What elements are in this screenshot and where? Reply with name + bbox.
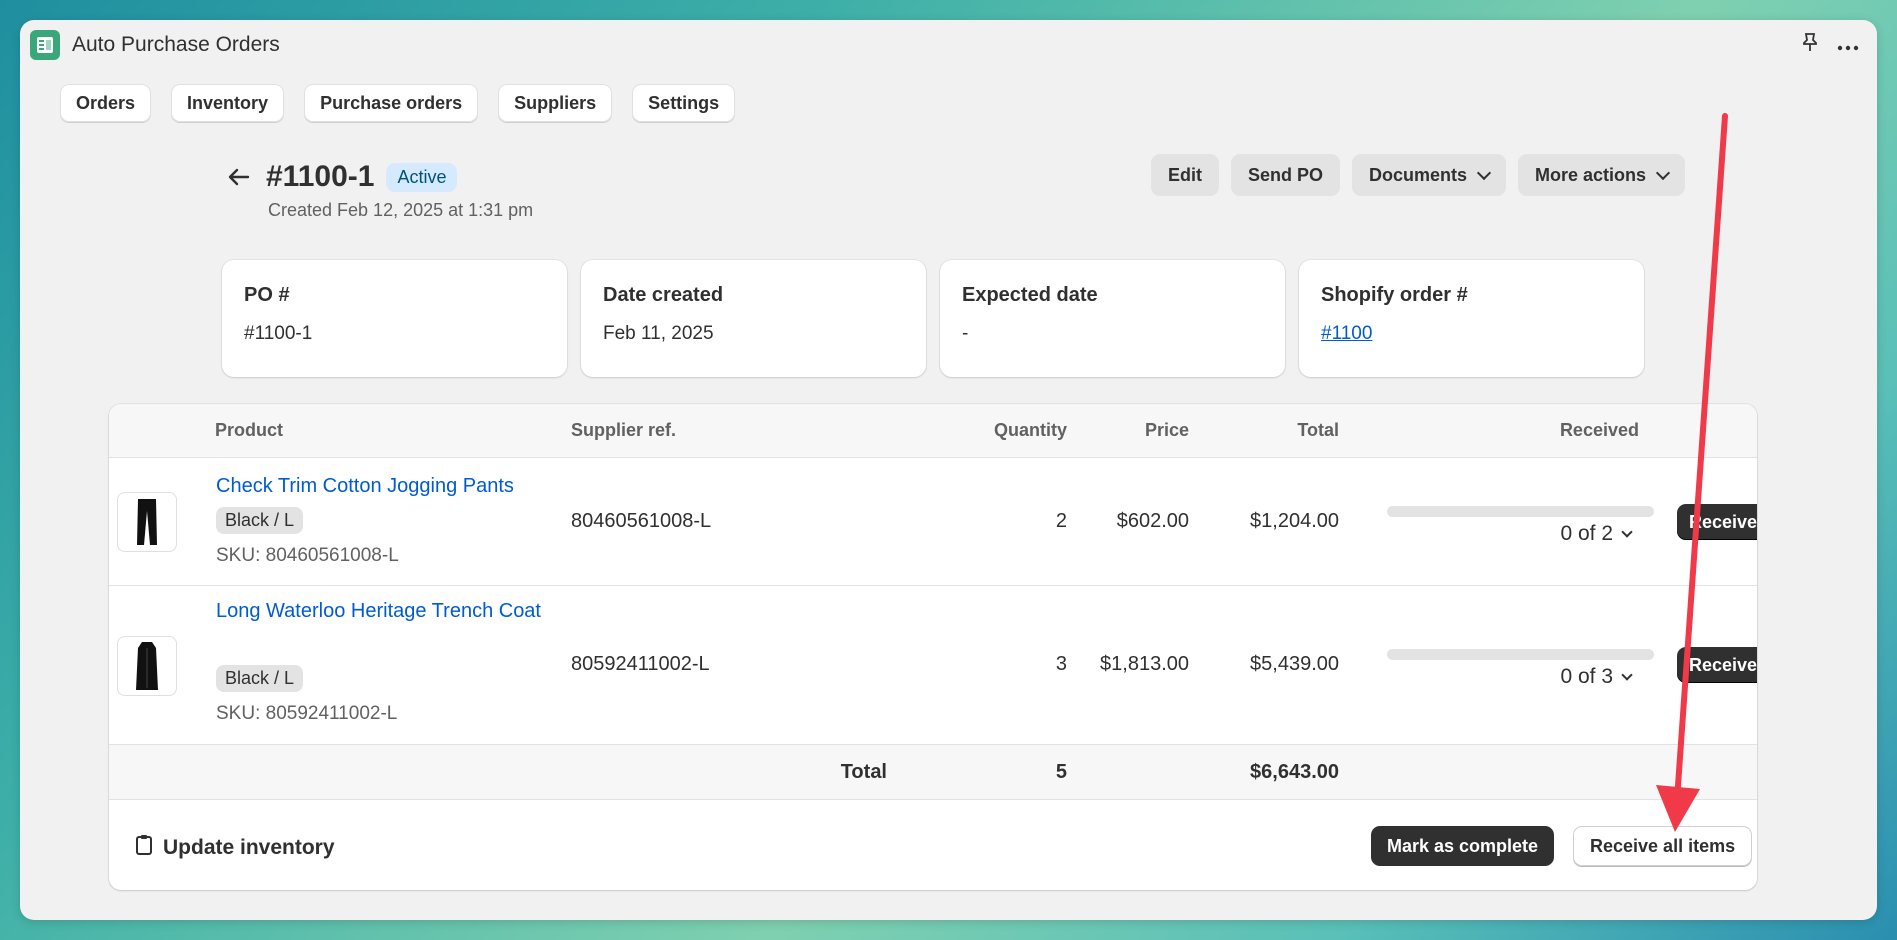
date-created-card: Date created Feb 11, 2025 (581, 260, 926, 377)
table-header: Product Supplier ref. Quantity Price Tot… (109, 404, 1757, 458)
received-progress-bar (1387, 649, 1654, 660)
chevron-down-icon (1476, 165, 1492, 180)
sku-text: SKU: 80592411002-L (216, 703, 398, 724)
nav-tabs: Orders Inventory Purchase orders Supplie… (20, 84, 1877, 122)
edit-button-label: Edit (1167, 164, 1202, 185)
summary-cards: PO # #1100-1 Date created Feb 11, 2025 E… (222, 260, 1644, 377)
receive-button[interactable]: Receive (1677, 504, 1757, 540)
page-title: #1100-1 (266, 160, 375, 193)
more-horizontal-icon[interactable] (1837, 34, 1859, 57)
col-price: Price (1144, 420, 1189, 440)
variant-badge: Black / L (216, 665, 304, 692)
more-actions-label: More actions (1534, 164, 1646, 185)
more-actions-dropdown[interactable]: More actions (1517, 154, 1685, 196)
documents-dropdown[interactable]: Documents (1351, 154, 1506, 196)
col-supplier-ref: Supplier ref. (571, 420, 677, 440)
product-link[interactable]: Long Waterloo Heritage Trench Coat (216, 596, 546, 626)
edit-button[interactable]: Edit (1150, 154, 1219, 196)
back-arrow-icon[interactable] (228, 162, 250, 193)
sku-text: SKU: 80460561008-L (216, 545, 399, 566)
card-label: PO # (244, 284, 290, 306)
chevron-down-icon (1621, 526, 1633, 538)
app-title: Auto Purchase Orders (72, 33, 280, 56)
card-label: Date created (603, 284, 724, 306)
status-badge: Active (386, 162, 458, 192)
col-product: Product (215, 420, 284, 440)
product-thumbnail (117, 492, 177, 552)
update-inventory-label: Update inventory (163, 836, 335, 859)
total: $5,439.00 (1250, 653, 1339, 675)
product-link[interactable]: Check Trim Cotton Jogging Pants (216, 471, 546, 501)
col-total: Total (1297, 420, 1339, 440)
table-row: Check Trim Cotton Jogging Pants Black / … (109, 458, 1757, 586)
pin-icon[interactable] (1801, 32, 1819, 58)
mark-as-complete-button[interactable]: Mark as complete (1371, 826, 1555, 866)
supplier-ref: 80592411002-L (571, 653, 710, 675)
shopify-order-card: Shopify order # #1100 (1299, 260, 1644, 377)
table-row: Long Waterloo Heritage Trench Coat Black… (109, 586, 1757, 745)
tab-inventory[interactable]: Inventory (171, 84, 285, 122)
update-inventory-toggle[interactable]: Update inventory (135, 834, 335, 862)
received-count: 0 of 2 (1560, 522, 1613, 545)
documents-label: Documents (1368, 164, 1467, 185)
variant-badge: Black / L (216, 507, 304, 534)
po-number-card: PO # #1100-1 (222, 260, 567, 377)
col-received: Received (1559, 420, 1639, 440)
send-po-button-label: Send PO (1247, 164, 1323, 185)
card-label: Expected date (962, 284, 1098, 306)
received-progress-bar (1387, 506, 1654, 517)
card-value: Feb 11, 2025 (603, 323, 714, 344)
product-thumbnail (117, 636, 177, 696)
totals-row: Total 5 $6,643.00 (109, 745, 1757, 800)
clipboard-icon (135, 834, 153, 862)
card-value: - (962, 323, 969, 344)
receive-button[interactable]: Receive (1677, 647, 1757, 683)
created-timestamp: Created Feb 12, 2025 at 1:31 pm (268, 200, 534, 220)
receive-all-items-button[interactable]: Receive all items (1573, 826, 1753, 866)
received-dropdown[interactable]: 0 of 3 (1560, 665, 1633, 689)
table-footer: Update inventory Mark as complete Receiv… (109, 800, 1757, 888)
chevron-down-icon (1655, 165, 1671, 180)
totals-quantity: 5 (1055, 761, 1067, 783)
card-value: #1100-1 (244, 323, 313, 344)
app-logo-icon (30, 30, 60, 60)
totals-label: Total (840, 761, 887, 783)
totals-amount: $6,643.00 (1250, 761, 1339, 783)
titlebar: Auto Purchase Orders (20, 20, 1877, 70)
tab-settings[interactable]: Settings (632, 84, 736, 122)
total: $1,204.00 (1250, 510, 1339, 532)
price: $602.00 (1116, 510, 1189, 532)
tab-suppliers[interactable]: Suppliers (498, 84, 613, 122)
quantity: 2 (1055, 510, 1067, 532)
chevron-down-icon (1621, 669, 1633, 681)
price: $1,813.00 (1100, 653, 1189, 675)
send-po-button[interactable]: Send PO (1230, 154, 1340, 196)
tab-orders[interactable]: Orders (60, 84, 152, 122)
shopify-order-link[interactable]: #1100 (1321, 323, 1622, 345)
col-quantity: Quantity (993, 420, 1067, 440)
supplier-ref: 80460561008-L (571, 510, 712, 532)
page-header: #1100-1 Active (228, 160, 458, 194)
header-actions: Edit Send PO Documents More actions (1150, 154, 1685, 196)
received-dropdown[interactable]: 0 of 2 (1560, 522, 1633, 546)
expected-date-card: Expected date - (940, 260, 1285, 377)
card-label: Shopify order # (1321, 284, 1468, 306)
tab-purchase-orders[interactable]: Purchase orders (304, 84, 479, 122)
quantity: 3 (1055, 653, 1067, 675)
received-count: 0 of 3 (1560, 665, 1613, 688)
line-items-table: Product Supplier ref. Quantity Price Tot… (109, 404, 1757, 890)
